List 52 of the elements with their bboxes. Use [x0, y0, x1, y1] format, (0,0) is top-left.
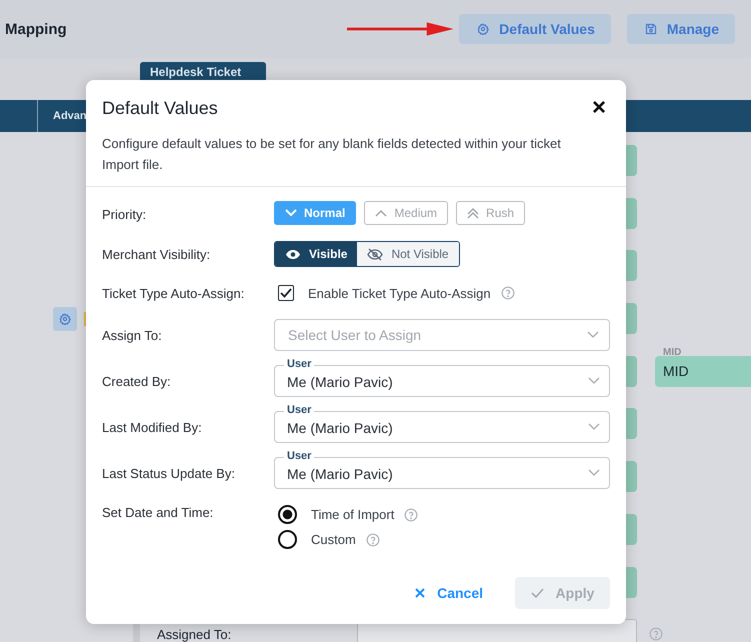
- gear-icon: [477, 23, 490, 35]
- field-label: Assigned To:: [157, 626, 232, 642]
- save-icon: [644, 23, 657, 35]
- x-icon: [415, 588, 426, 598]
- check-icon: [530, 588, 544, 598]
- select-field[interactable]: User Me (Mario Pavic): [274, 403, 610, 443]
- chevron-down-icon: [588, 377, 600, 385]
- field-label: MID: [663, 346, 682, 358]
- checkbox[interactable]: [278, 285, 294, 301]
- chevron-down-icon: [588, 469, 600, 477]
- chevron-down-icon: [588, 423, 600, 431]
- help-icon[interactable]: [366, 532, 380, 546]
- eye-icon: [285, 248, 301, 260]
- field-label: Priority:: [102, 206, 148, 222]
- select-field[interactable]: User Me (Mario Pavic): [274, 449, 610, 489]
- settings-icon[interactable]: [53, 307, 77, 331]
- help-icon[interactable]: [649, 627, 663, 642]
- field-label: Ticket Type Auto-Assign:: [102, 286, 246, 300]
- chevron-up-icon: [375, 209, 388, 217]
- checkbox-label: Enable Ticket Type Auto-Assign: [308, 286, 491, 300]
- field-label: Assign To:: [102, 328, 163, 342]
- help-icon[interactable]: [404, 508, 418, 522]
- field-label: Last Modified By:: [102, 420, 203, 434]
- close-button[interactable]: ×: [592, 98, 606, 118]
- eye-crossed-icon: [367, 248, 384, 260]
- select-field[interactable]: Select User to Assign: [274, 319, 610, 351]
- field-label: Created By:: [102, 374, 172, 388]
- cancel-button[interactable]: Cancel: [401, 577, 497, 609]
- chevron-down-icon: [587, 331, 599, 339]
- help-icon[interactable]: [500, 286, 515, 300]
- column-header: Advan: [52, 110, 87, 122]
- select-field[interactable]: User Me (Mario Pavic): [274, 357, 610, 397]
- radio-button[interactable]: [278, 530, 297, 549]
- radio-label: Custom: [311, 532, 356, 547]
- chevron-down-icon: [285, 209, 297, 217]
- priority-button[interactable]: Medium: [364, 201, 448, 225]
- priority-button[interactable]: Rush: [456, 201, 526, 225]
- page-title: Mapping: [4, 20, 68, 38]
- visibility-option[interactable]: Not Visible: [357, 242, 459, 266]
- dialog-description: Configure default values to be set for any blank fields detected within your ticket Import file.: [102, 135, 562, 174]
- priority-button[interactable]: Normal: [274, 201, 356, 225]
- field-label: Last Status Update By:: [102, 466, 236, 480]
- radio-label: Time of Import: [311, 507, 394, 522]
- field-label: Merchant Visibility:: [102, 246, 212, 262]
- visibility-option[interactable]: Visible: [275, 242, 358, 266]
- radio-button[interactable]: [278, 505, 297, 524]
- field-label: Set Date and Time:: [102, 504, 214, 520]
- field-value: MID: [663, 362, 689, 379]
- double-chevron-up-icon: [467, 208, 480, 218]
- header-button[interactable]: Default Values: [459, 14, 611, 44]
- header-button[interactable]: Manage: [626, 14, 735, 44]
- dialog-title: Default Values: [102, 98, 218, 118]
